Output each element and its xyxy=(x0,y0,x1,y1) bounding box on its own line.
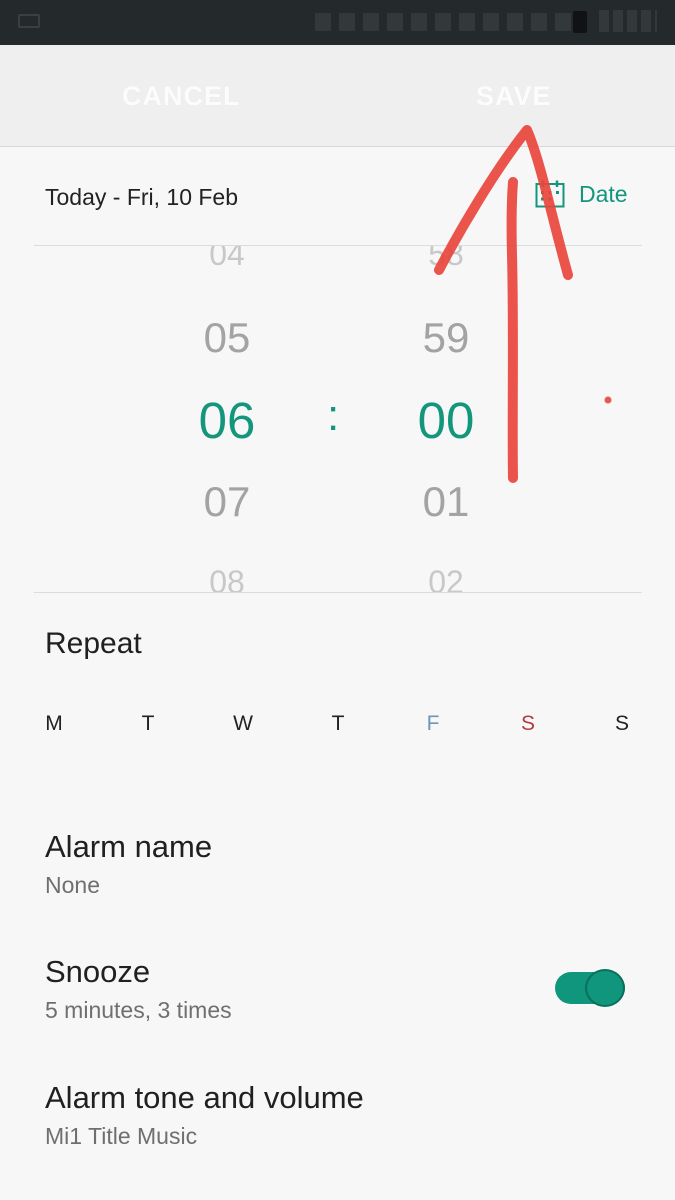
hour-option[interactable]: 07 xyxy=(167,478,287,526)
hour-option[interactable]: 04 xyxy=(167,246,287,273)
repeat-days: M T W T F S S xyxy=(0,712,675,744)
minute-option[interactable]: 02 xyxy=(386,564,506,592)
hour-selected[interactable]: 06 xyxy=(167,391,287,450)
minute-selected[interactable]: 00 xyxy=(386,391,506,450)
hour-option[interactable]: 05 xyxy=(167,314,287,362)
notification-icon xyxy=(18,14,40,28)
time-separator: : xyxy=(327,391,340,440)
day-wednesday[interactable]: W xyxy=(223,712,263,736)
status-time xyxy=(599,10,657,32)
status-icons xyxy=(315,13,575,31)
minute-option[interactable]: 58 xyxy=(386,246,506,273)
snooze-value: 5 minutes, 3 times xyxy=(45,997,232,1023)
day-thursday[interactable]: T xyxy=(318,712,358,736)
snooze-toggle[interactable] xyxy=(555,969,625,1007)
day-sunday[interactable]: S xyxy=(602,712,642,736)
picker-bottom-divider xyxy=(34,592,642,593)
minute-option[interactable]: 01 xyxy=(386,478,506,526)
day-tuesday[interactable]: T xyxy=(128,712,168,736)
repeat-title: Repeat xyxy=(45,627,142,660)
toggle-thumb xyxy=(585,969,625,1007)
snooze-title: Snooze xyxy=(45,954,151,989)
alarm-tone-title: Alarm tone and volume xyxy=(45,1080,364,1115)
day-saturday[interactable]: S xyxy=(508,712,548,736)
calendar-icon xyxy=(535,180,565,208)
day-monday[interactable]: M xyxy=(34,712,74,736)
status-bar xyxy=(0,0,675,45)
date-row: Today - Fri, 10 Feb Date xyxy=(0,147,675,245)
alarm-tone-value: Mi1 Title Music xyxy=(45,1123,198,1149)
minute-option[interactable]: 59 xyxy=(386,314,506,362)
battery-icon xyxy=(573,11,587,33)
date-button-label: Date xyxy=(579,180,628,207)
cancel-button[interactable]: CANCEL xyxy=(122,81,241,112)
hour-option[interactable]: 08 xyxy=(167,564,287,592)
action-bar: CANCEL SAVE xyxy=(0,45,675,147)
time-picker[interactable]: 04 05 06 07 08 : 58 59 00 01 02 xyxy=(0,246,675,592)
day-friday[interactable]: F xyxy=(413,712,453,736)
alarm-date-text: Today - Fri, 10 Feb xyxy=(45,184,239,210)
alarm-name-value: None xyxy=(45,872,100,898)
save-button[interactable]: SAVE xyxy=(476,81,552,112)
alarm-name-title: Alarm name xyxy=(45,829,213,864)
date-button[interactable]: Date xyxy=(535,177,628,211)
